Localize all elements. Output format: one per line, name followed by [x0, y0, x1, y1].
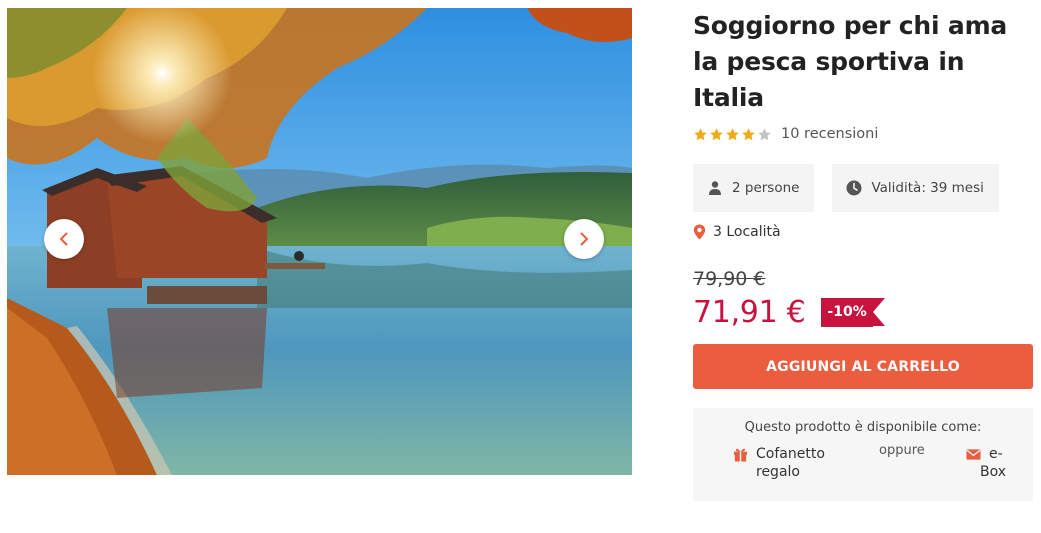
star-icon: [694, 127, 707, 140]
old-price: 79,90 €: [693, 268, 766, 290]
discount-label: -10%: [821, 297, 873, 327]
people-chip: 2 persone: [693, 164, 815, 212]
star-icon: [710, 127, 723, 140]
gift-icon: [733, 448, 748, 462]
product-title: Soggiorno per chi ama la pesca sportiva …: [693, 11, 1008, 112]
or-label: oppure: [879, 443, 925, 458]
product-image: [7, 8, 632, 475]
option-gift-box-label: Cofanetto regalo: [756, 446, 825, 480]
option-ebox[interactable]: e- Box: [966, 445, 1036, 481]
availability-title: Questo prodotto è disponibile come:: [744, 420, 982, 435]
product-features: 2 persone Validità: 39 mesi: [693, 164, 1033, 212]
rating[interactable]: 10 recensioni: [693, 124, 1033, 144]
product-gallery: [7, 8, 632, 475]
discount-badge: -10%: [821, 297, 885, 327]
add-to-cart-button[interactable]: AGGIUNGI AL CARRELLO: [693, 344, 1033, 389]
people-label: 2 persone: [732, 180, 800, 196]
availability-box: Questo prodotto è disponibile come: Cofa…: [693, 408, 1033, 501]
option-gift-box[interactable]: Cofanetto regalo: [733, 445, 838, 481]
star-icon: [742, 127, 755, 140]
star-empty-icon: [758, 127, 771, 140]
envelope-icon: [966, 449, 981, 460]
gallery-prev-button[interactable]: [44, 219, 84, 259]
clock-icon: [846, 180, 862, 196]
map-pin-icon: [693, 224, 706, 240]
price-row: 71,91 € -10%: [693, 294, 1033, 330]
chevron-right-icon: [580, 232, 588, 246]
option-ebox-label-1: e-: [989, 446, 1003, 462]
chevron-left-icon: [60, 232, 68, 246]
person-icon: [709, 181, 721, 195]
validity-label: Validità: 39 mesi: [871, 180, 984, 196]
current-price: 71,91 €: [693, 294, 806, 330]
option-ebox-label-2: Box: [980, 464, 1007, 480]
star-rating: [693, 127, 772, 142]
locations-label: 3 Località: [713, 224, 781, 240]
product-info: Soggiorno per chi ama la pesca sportiva …: [693, 8, 1033, 501]
validity-chip: Validità: 39 mesi: [832, 164, 999, 212]
reviews-count[interactable]: 10 recensioni: [781, 126, 878, 142]
gallery-next-button[interactable]: [564, 219, 604, 259]
star-icon: [726, 127, 739, 140]
locations[interactable]: 3 Località: [693, 224, 1033, 240]
